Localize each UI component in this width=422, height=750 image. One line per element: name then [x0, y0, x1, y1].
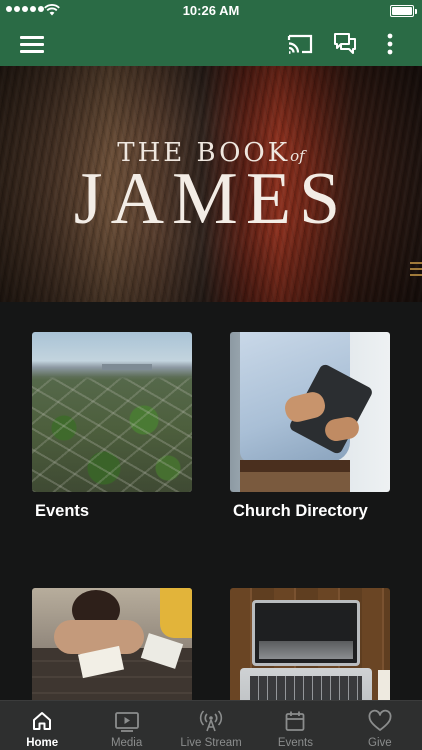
cast-icon[interactable] — [286, 30, 314, 58]
tab-label: Events — [277, 737, 313, 749]
tab-live-stream[interactable]: Live Stream — [169, 701, 253, 750]
aerial-city-photo — [32, 332, 192, 492]
bottom-tab-bar: Home Media Live Stream Events Give — [0, 700, 422, 750]
battery-icon — [390, 5, 417, 17]
tab-label: Give — [368, 737, 392, 749]
status-time: 10:26 AM — [182, 3, 240, 18]
man-holding-tablet-photo — [230, 332, 390, 492]
tab-events[interactable]: Events — [253, 701, 337, 750]
tile-label: Church Directory — [233, 502, 368, 520]
hero-banner[interactable]: THE BOOKof JAMES — [0, 66, 422, 302]
chat-bubbles-icon[interactable] — [331, 30, 359, 58]
tab-give[interactable]: Give — [338, 701, 422, 750]
app-bar — [0, 22, 422, 66]
more-vertical-icon[interactable] — [376, 30, 404, 58]
tab-media[interactable]: Media — [84, 701, 168, 750]
tile-events[interactable]: Events — [32, 332, 192, 521]
tile-label: Events — [35, 502, 90, 520]
tab-label: Home — [26, 737, 59, 749]
heart-icon — [368, 709, 392, 731]
tab-label: Live Stream — [180, 737, 242, 749]
tab-label: Media — [110, 737, 143, 749]
hero-title: JAMES — [73, 158, 349, 240]
tab-home[interactable]: Home — [0, 701, 84, 750]
media-play-icon — [114, 712, 139, 732]
home-icon — [33, 712, 52, 730]
status-bar: 10:26 AM — [0, 0, 422, 22]
drag-handle-icon[interactable] — [410, 262, 422, 284]
tile-church-directory[interactable]: Church Directory — [230, 332, 390, 521]
live-stream-antenna-icon — [199, 710, 223, 732]
hamburger-menu-icon[interactable] — [20, 32, 46, 56]
calendar-icon — [286, 711, 305, 731]
